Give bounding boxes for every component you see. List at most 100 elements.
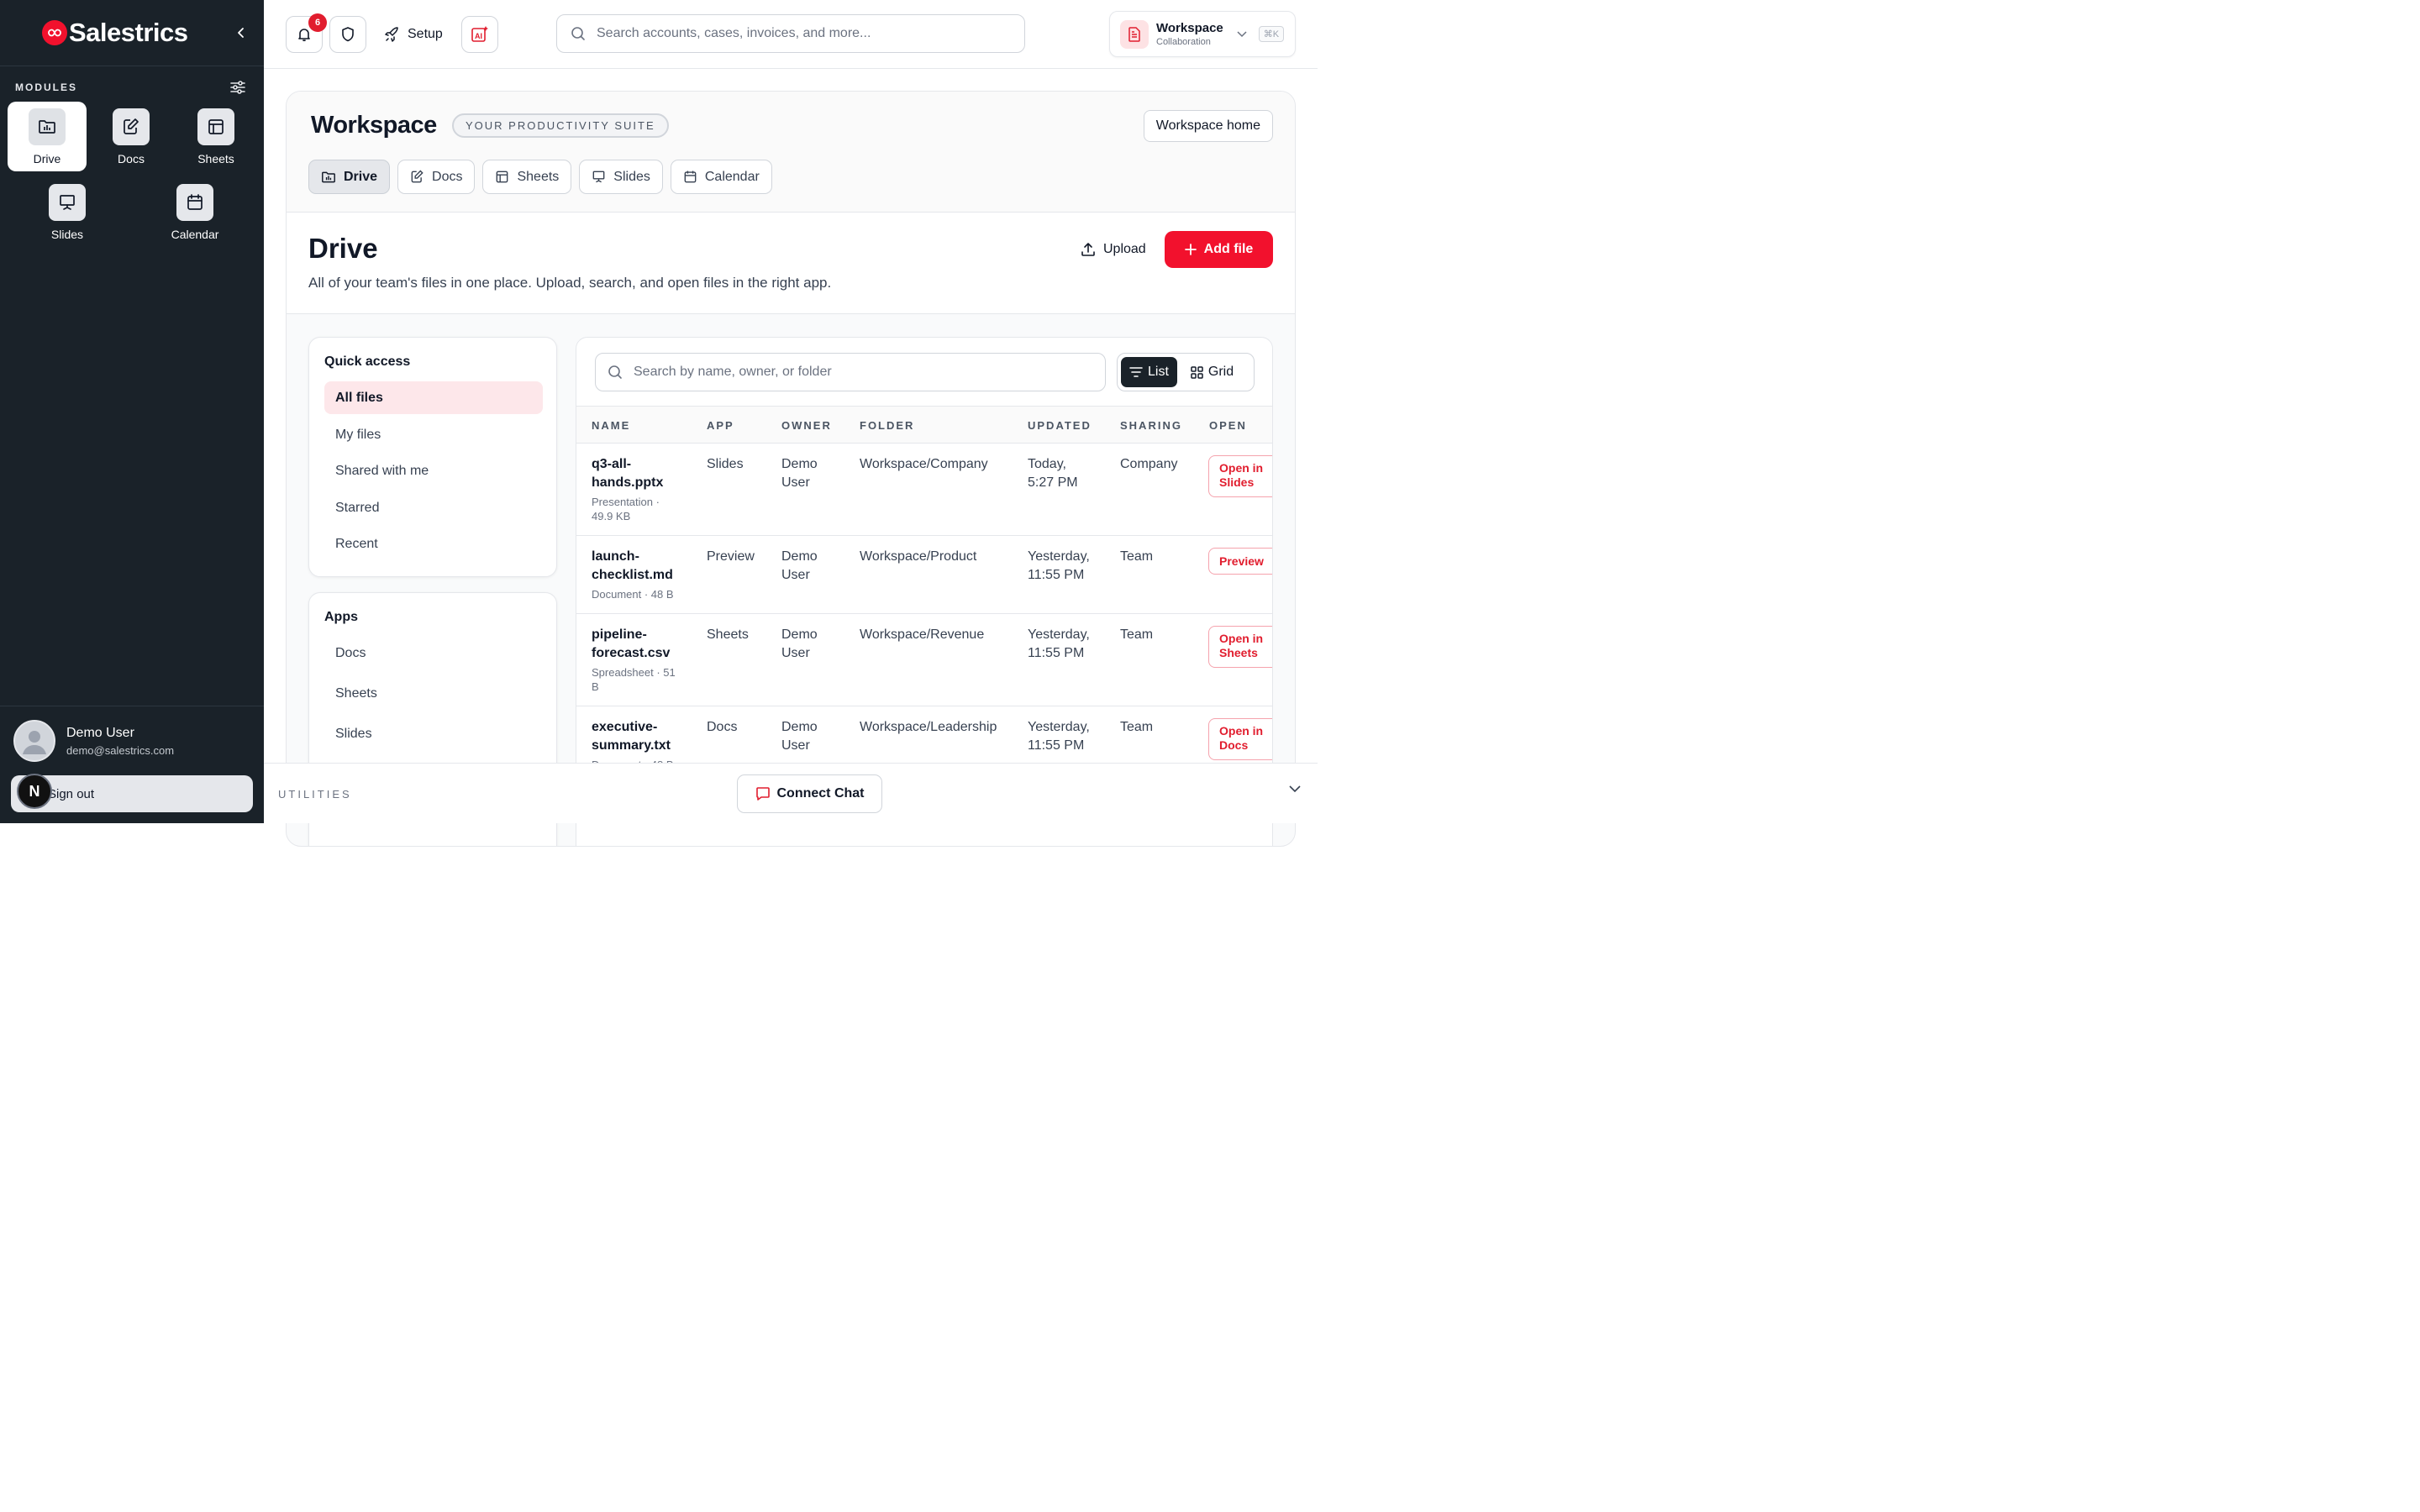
apps-item-slides[interactable]: Slides xyxy=(324,717,543,750)
column-folder[interactable]: FOLDER xyxy=(860,419,914,432)
doc-edit-icon xyxy=(113,108,150,145)
page-subtitle: All of your team's files in one place. U… xyxy=(308,275,832,291)
open-in-docs-button[interactable]: Open in Docs xyxy=(1208,718,1272,760)
tab-label: Drive xyxy=(344,169,378,184)
file-name[interactable]: pipeline-forecast.csv xyxy=(592,626,676,663)
tab-drive[interactable]: Drive xyxy=(308,160,391,194)
column-sharing[interactable]: SHARING xyxy=(1120,419,1182,432)
svg-text:AI: AI xyxy=(475,32,482,40)
file-sharing: Team xyxy=(1120,549,1154,564)
open-in-slides-button[interactable]: Open in Slides xyxy=(1208,455,1272,497)
utilities-label: UTILITIES xyxy=(278,788,352,801)
workspace-home-button[interactable]: Workspace home xyxy=(1143,110,1273,142)
list-view-label: List xyxy=(1148,365,1169,379)
module-docs[interactable]: Docs xyxy=(92,102,171,171)
table-row[interactable]: launch-checklist.md Document · 48 B Prev… xyxy=(576,536,1272,614)
notifications-button[interactable]: 6 xyxy=(286,13,327,53)
quick-access-card: Quick access All files My files Shared w… xyxy=(308,337,557,577)
file-search-input[interactable] xyxy=(634,365,1057,380)
tab-label: Calendar xyxy=(704,169,760,184)
quick-access-my-files[interactable]: My files xyxy=(324,418,543,451)
file-text-icon xyxy=(1120,19,1149,49)
connect-chat-button[interactable]: Connect Chat xyxy=(737,774,882,813)
upload-button[interactable]: Upload xyxy=(1081,231,1146,268)
module-calendar[interactable]: Calendar xyxy=(155,177,234,247)
tab-label: Slides xyxy=(613,169,650,184)
file-name[interactable]: launch-checklist.md xyxy=(592,548,674,585)
search-icon xyxy=(608,365,622,379)
module-drive[interactable]: Drive xyxy=(8,102,87,171)
list-view-button[interactable]: List xyxy=(1121,357,1177,387)
user-profile[interactable]: Demo User demo@salestrics.com xyxy=(13,720,174,762)
file-owner: Demo User xyxy=(781,627,818,660)
workspace-switcher[interactable]: Workspace Collaboration ⌘K xyxy=(1109,11,1296,57)
file-name-cell: q3-all-hands.pptx Presentation · 49.9 KB xyxy=(592,455,663,523)
column-open[interactable]: OPEN xyxy=(1209,419,1247,432)
page-title: Drive xyxy=(308,233,378,264)
apps-item-docs[interactable]: Docs xyxy=(324,637,543,669)
calendar-icon xyxy=(684,171,697,183)
file-sharing: Company xyxy=(1120,457,1178,471)
collapse-sidebar-button[interactable] xyxy=(232,24,250,42)
column-app[interactable]: APP xyxy=(707,419,734,432)
file-folder: Workspace/Revenue xyxy=(860,627,985,642)
file-meta: Document · 48 B xyxy=(592,588,674,601)
workspace-switcher-subtitle: Collaboration xyxy=(1156,37,1211,47)
file-folder: Workspace/Product xyxy=(860,549,977,564)
tab-slides[interactable]: Slides xyxy=(579,160,663,194)
tab-sheets[interactable]: Sheets xyxy=(482,160,572,194)
column-owner[interactable]: OWNER xyxy=(781,419,832,432)
suite-tagline: YOUR PRODUCTIVITY SUITE xyxy=(452,113,669,138)
tab-docs[interactable]: Docs xyxy=(397,160,476,194)
grid-view-button[interactable]: Grid xyxy=(1182,357,1242,387)
n-badge[interactable]: N xyxy=(17,774,52,809)
brand-name: Salestrics xyxy=(69,18,188,47)
modules-header: MODULES xyxy=(15,81,245,94)
file-name[interactable]: q3-all-hands.pptx xyxy=(592,455,663,492)
file-owner: Demo User xyxy=(781,457,818,490)
chevron-down-icon[interactable] xyxy=(1289,785,1301,793)
quick-access-recent[interactable]: Recent xyxy=(324,528,543,560)
apps-title: Apps xyxy=(324,610,358,624)
quick-access-all-files[interactable]: All files xyxy=(324,381,543,414)
file-search[interactable] xyxy=(595,353,1106,391)
file-folder: Workspace/Company xyxy=(860,457,988,471)
setup-button[interactable]: Setup xyxy=(385,16,443,53)
preview-button[interactable]: Preview xyxy=(1208,548,1272,575)
open-in-sheets-button[interactable]: Open in Sheets xyxy=(1208,626,1272,668)
brand-header: Salestrics xyxy=(0,0,264,66)
file-sharing: Team xyxy=(1120,720,1154,734)
column-updated[interactable]: UPDATED xyxy=(1028,419,1092,432)
modules-label: MODULES xyxy=(15,81,77,93)
quick-access-shared-with-me[interactable]: Shared with me xyxy=(324,454,543,487)
module-slides[interactable]: Slides xyxy=(28,177,107,247)
upload-icon xyxy=(1081,243,1095,256)
module-label: Slides xyxy=(50,228,84,241)
main-content: Workspace YOUR PRODUCTIVITY SUITE Worksp… xyxy=(264,69,1318,847)
column-name[interactable]: NAME xyxy=(592,419,630,432)
connect-chat-label: Connect Chat xyxy=(776,786,865,801)
file-name[interactable]: executive-summary.txt xyxy=(592,718,674,755)
table-icon xyxy=(497,171,508,183)
module-label: Docs xyxy=(118,152,145,165)
global-search[interactable] xyxy=(556,14,1025,53)
file-meta: Presentation · 49.9 KB xyxy=(592,496,660,522)
table-row[interactable]: pipeline-forecast.csv Spreadsheet · 51 B … xyxy=(576,614,1272,706)
sliders-icon[interactable] xyxy=(230,81,245,94)
rocket-icon xyxy=(385,27,398,42)
tab-calendar[interactable]: Calendar xyxy=(670,160,772,194)
quick-access-starred[interactable]: Starred xyxy=(324,491,543,524)
app-tabs: Drive Docs Sheets Slides Calendar xyxy=(308,160,772,194)
chevron-down-icon xyxy=(1237,30,1247,37)
file-updated: Yesterday, 11:55 PM xyxy=(1028,720,1090,753)
table-row[interactable]: q3-all-hands.pptx Presentation · 49.9 KB … xyxy=(576,444,1272,536)
add-file-button[interactable]: Add file xyxy=(1165,231,1273,268)
module-sheets[interactable]: Sheets xyxy=(176,102,255,171)
global-search-input[interactable] xyxy=(597,26,982,41)
ai-button[interactable]: AI xyxy=(461,16,498,53)
apps-item-sheets[interactable]: Sheets xyxy=(324,677,543,710)
file-sharing: Team xyxy=(1120,627,1154,642)
search-icon xyxy=(571,27,585,40)
file-app: Preview xyxy=(707,549,755,564)
security-button[interactable] xyxy=(329,16,366,53)
